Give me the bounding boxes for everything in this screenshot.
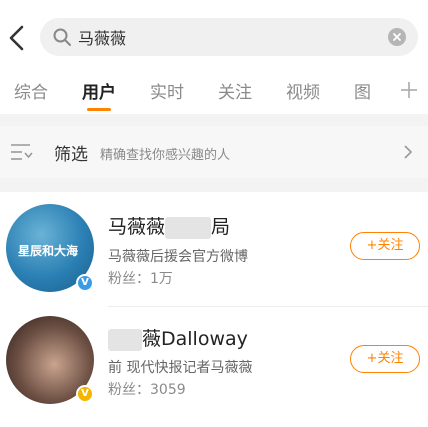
follow-button[interactable]: +关注 [350, 345, 420, 373]
filter-row[interactable]: 筛选 精确查找你感兴趣的人 [0, 126, 428, 178]
follower-count: 粉丝：1万 [108, 271, 173, 287]
tab-users[interactable]: 用户 [82, 78, 116, 103]
user-name-suffix: 局 [211, 216, 231, 238]
search-box[interactable] [40, 18, 418, 56]
user-card[interactable]: 星辰和大海 V 马薇薇 局 马薇薇后援会官方微博 粉丝：1万 +关注 [0, 192, 428, 308]
section-gap [0, 178, 428, 192]
filter-icon [11, 144, 33, 160]
tab-images[interactable]: 图 [354, 78, 371, 103]
blurred-region [108, 328, 142, 351]
section-gap [0, 114, 428, 126]
add-tab-icon[interactable] [399, 80, 419, 100]
avatar-text: 星辰和大海 [18, 244, 79, 258]
user-name-text: 马薇薇 [108, 216, 166, 238]
follower-count: 粉丝：3059 [108, 382, 186, 398]
clear-icon[interactable] [388, 28, 406, 46]
chevron-right-icon [404, 145, 413, 159]
user-description: 马薇薇后援会官方微博 [108, 249, 248, 265]
back-arrow-icon[interactable] [6, 24, 28, 52]
search-header [0, 0, 428, 72]
verified-badge: V [76, 274, 94, 292]
tab-bar: 综合 用户 实时 关注 视频 图 [0, 72, 428, 114]
search-icon [53, 28, 71, 46]
filter-title: 筛选 [54, 145, 88, 165]
user-name-suffix: 薇Dalloway [142, 328, 248, 350]
tab-video[interactable]: 视频 [286, 78, 320, 103]
active-tab-indicator [87, 108, 111, 111]
tab-following[interactable]: 关注 [218, 78, 252, 103]
user-card[interactable]: V 薇Dalloway 前 现代快报记者马薇薇 粉丝：3059 +关注 [0, 307, 428, 423]
blurred-region [165, 216, 212, 239]
user-name[interactable]: 马薇薇 局 [108, 212, 230, 239]
user-name[interactable]: 薇Dalloway [108, 324, 248, 351]
tab-realtime[interactable]: 实时 [150, 78, 184, 103]
verified-badge: V [76, 385, 94, 403]
follow-button[interactable]: +关注 [350, 232, 420, 260]
tab-comprehensive[interactable]: 综合 [14, 78, 48, 103]
user-description: 前 现代快报记者马薇薇 [108, 360, 253, 376]
search-input[interactable] [78, 18, 378, 56]
filter-description: 精确查找你感兴趣的人 [100, 148, 231, 163]
